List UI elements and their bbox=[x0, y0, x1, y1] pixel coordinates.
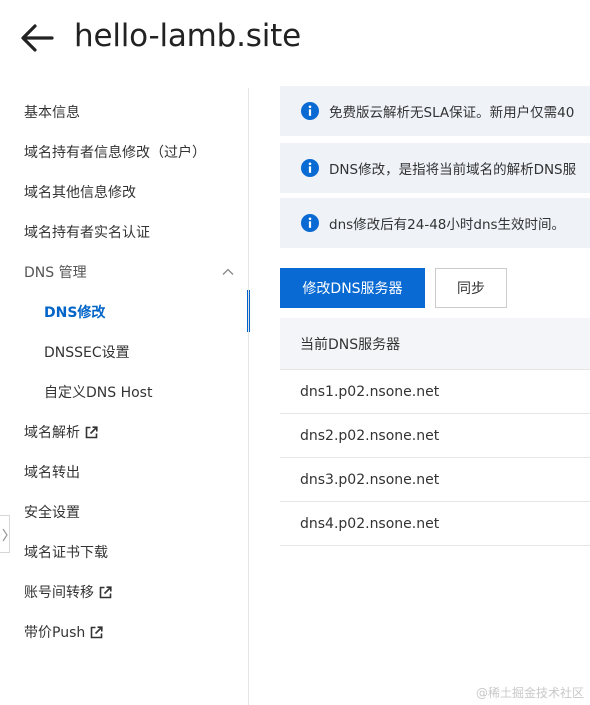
sync-button[interactable]: 同步 bbox=[435, 268, 507, 308]
sidebar-divider bbox=[248, 88, 249, 705]
notice-propagation: dns修改后有24-48小时dns生效时间。 bbox=[280, 198, 590, 248]
modify-dns-button[interactable]: 修改DNS服务器 bbox=[280, 268, 425, 308]
page-title: hello-lamb.site bbox=[74, 18, 302, 54]
sidebar-item-account-transfer[interactable]: 账号间转移 bbox=[0, 572, 248, 612]
sidebar-group-label: DNS 管理 bbox=[24, 265, 87, 281]
notice-dns-modify: DNS修改，是指将当前域名的解析DNS服 bbox=[280, 143, 590, 193]
sidebar-item-domain-transfer-out[interactable]: 域名转出 bbox=[0, 452, 248, 492]
dns-server-cell: dns2.p02.nsone.net bbox=[300, 427, 440, 444]
sidebar-item-owner-change[interactable]: 域名持有者信息修改（过户） bbox=[0, 132, 248, 172]
sidebar-item-dnssec[interactable]: DNSSEC设置 bbox=[0, 332, 248, 372]
sidebar-item-certificate-download[interactable]: 域名证书下载 bbox=[0, 532, 248, 572]
table-row: dns1.p02.nsone.net bbox=[280, 370, 590, 414]
sidebar-item-dns-modify[interactable]: DNS修改 bbox=[0, 290, 250, 332]
table-row: dns2.p02.nsone.net bbox=[280, 414, 590, 458]
sidebar-item-custom-dns-host[interactable]: 自定义DNS Host bbox=[0, 372, 248, 412]
dns-server-cell: dns4.p02.nsone.net bbox=[300, 515, 440, 532]
page: hello-lamb.site 基本信息 域名持有者信息修改（过户） 域名其他信… bbox=[0, 0, 590, 705]
notice-text: dns修改后有24-48小时dns生效时间。 bbox=[329, 217, 566, 233]
sidebar-item-other-info[interactable]: 域名其他信息修改 bbox=[0, 172, 248, 212]
info-icon bbox=[301, 159, 319, 177]
table-row: dns4.p02.nsone.net bbox=[280, 502, 590, 546]
page-header: hello-lamb.site bbox=[0, 0, 590, 76]
sidebar-item-label: DNSSEC设置 bbox=[44, 345, 130, 361]
sidebar-item-label: 域名解析 bbox=[24, 425, 80, 441]
sidebar-toggle-button[interactable] bbox=[0, 515, 10, 553]
external-link-icon bbox=[99, 585, 112, 598]
dns-server-table: 当前DNS服务器 dns1.p02.nsone.net dns2.p02.nso… bbox=[280, 318, 590, 546]
external-link-icon bbox=[90, 625, 103, 638]
sidebar-item-label: 域名持有者信息修改（过户） bbox=[24, 145, 206, 161]
chevron-up-icon bbox=[222, 268, 234, 275]
arrow-left-icon bbox=[21, 24, 54, 52]
sidebar-item-owner-verification[interactable]: 域名持有者实名认证 bbox=[0, 212, 248, 252]
notice-text: 免费版云解析无SLA保证。新用户仅需40 bbox=[329, 105, 575, 121]
sidebar-item-basic-info[interactable]: 基本信息 bbox=[0, 92, 248, 132]
back-button[interactable] bbox=[18, 20, 58, 56]
dns-server-cell: dns1.p02.nsone.net bbox=[300, 383, 440, 400]
sidebar-item-label: 域名转出 bbox=[24, 465, 80, 481]
sidebar-nav: 基本信息 域名持有者信息修改（过户） 域名其他信息修改 域名持有者实名认证 DN… bbox=[0, 90, 250, 705]
sidebar-item-label: 带价Push bbox=[24, 625, 86, 641]
sidebar-group-dns-management[interactable]: DNS 管理 bbox=[0, 252, 248, 292]
sidebar-item-label: 域名证书下载 bbox=[24, 545, 108, 561]
info-icon bbox=[301, 102, 319, 120]
notice-text: DNS修改，是指将当前域名的解析DNS服 bbox=[329, 162, 577, 178]
dns-server-cell: dns3.p02.nsone.net bbox=[300, 471, 440, 488]
sidebar-item-label: 账号间转移 bbox=[24, 585, 94, 601]
sidebar-item-security-settings[interactable]: 安全设置 bbox=[0, 492, 248, 532]
sidebar-item-label: DNS修改 bbox=[44, 305, 106, 321]
notice-sla: 免费版云解析无SLA保证。新用户仅需40 bbox=[280, 86, 590, 136]
sidebar-item-label: 域名持有者实名认证 bbox=[24, 225, 150, 241]
watermark: @稀土掘金技术社区 bbox=[475, 686, 584, 700]
table-header: 当前DNS服务器 bbox=[280, 318, 590, 370]
sidebar-item-price-push[interactable]: 带价Push bbox=[0, 612, 248, 652]
chevron-right-icon bbox=[2, 528, 8, 542]
sidebar-item-label: 基本信息 bbox=[24, 105, 80, 121]
external-link-icon bbox=[85, 425, 98, 438]
table-row: dns3.p02.nsone.net bbox=[280, 458, 590, 502]
info-icon bbox=[301, 214, 319, 232]
column-header-dns-server: 当前DNS服务器 bbox=[300, 336, 401, 353]
sidebar-item-label: 安全设置 bbox=[24, 505, 80, 521]
sidebar-item-label: 域名其他信息修改 bbox=[24, 185, 136, 201]
sidebar-item-domain-resolution[interactable]: 域名解析 bbox=[0, 412, 248, 452]
sidebar-item-label: 自定义DNS Host bbox=[44, 385, 153, 401]
